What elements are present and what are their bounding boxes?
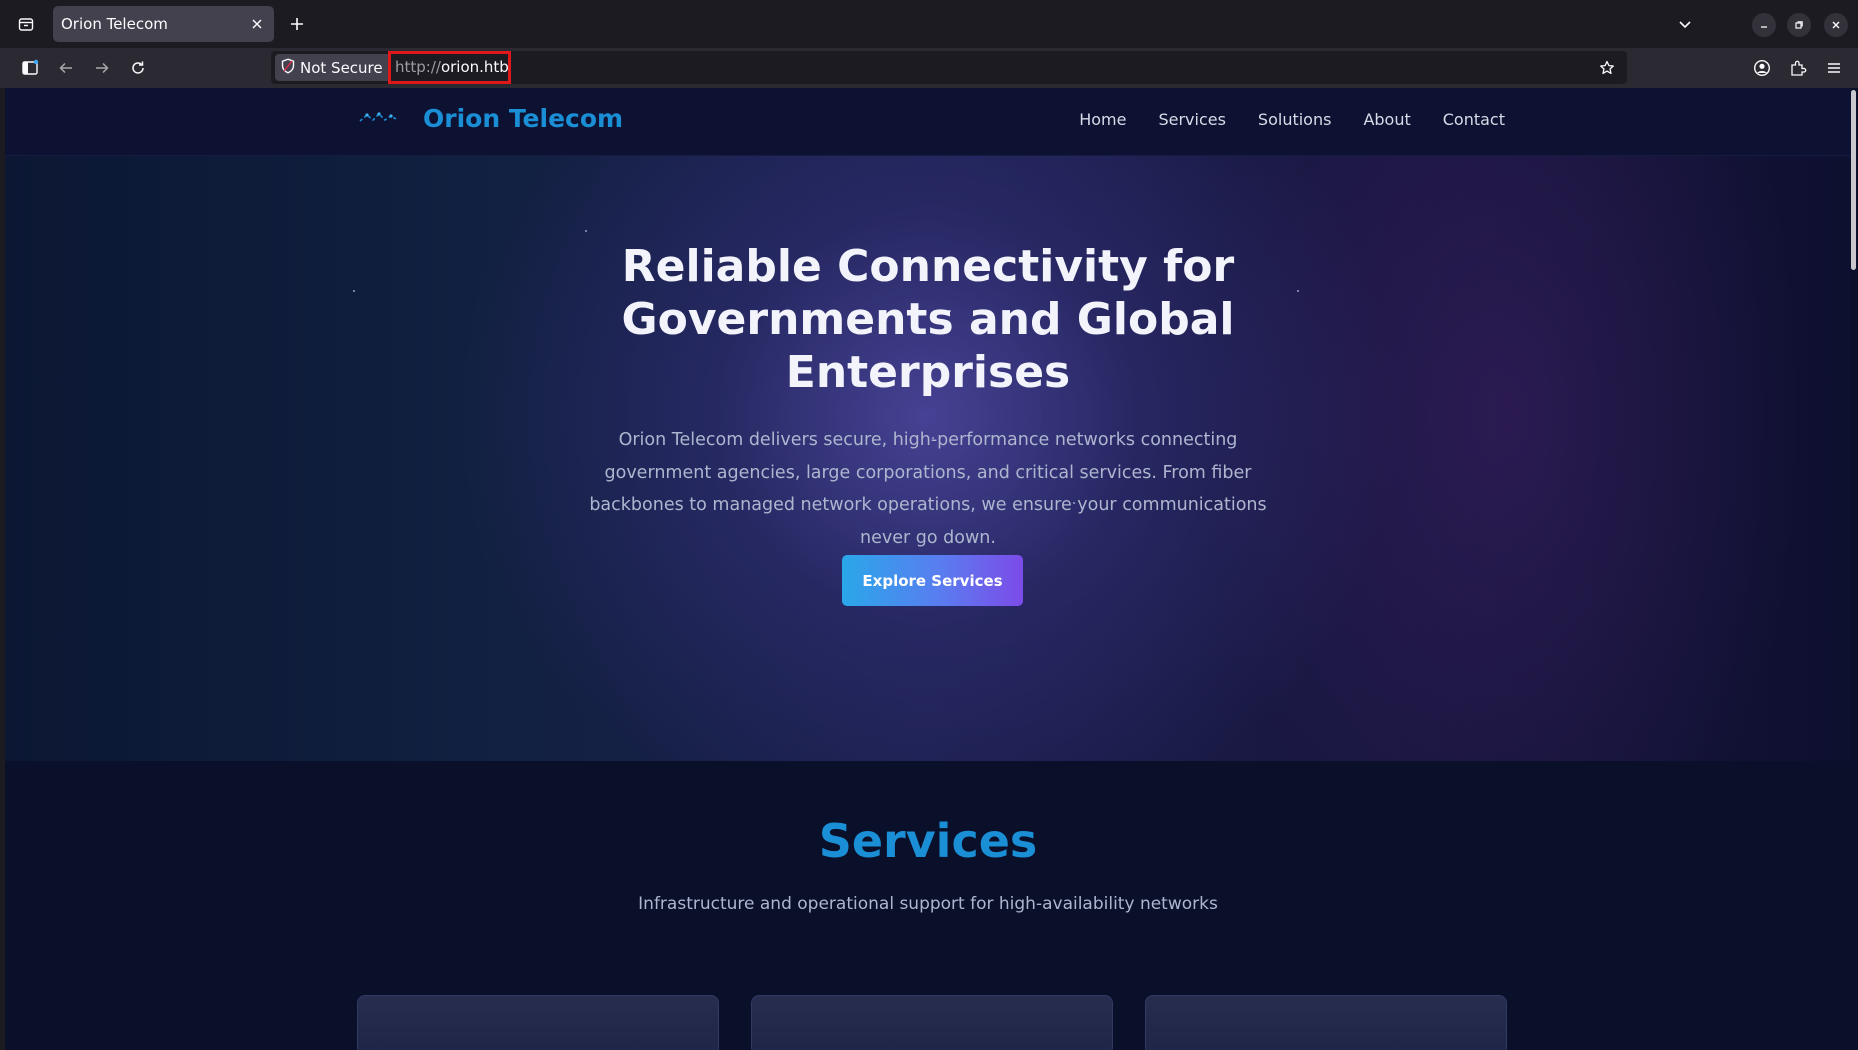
url-host: orion.htb bbox=[440, 58, 509, 76]
nav-link-home[interactable]: Home bbox=[1079, 110, 1126, 129]
page-scrollbar[interactable] bbox=[1851, 88, 1858, 1050]
site-nav: Home Services Solutions About Contact bbox=[1079, 110, 1505, 129]
web-page: Orion Telecom Home Services Solutions Ab… bbox=[5, 88, 1851, 1050]
service-card[interactable] bbox=[751, 995, 1113, 1050]
reload-icon[interactable] bbox=[126, 56, 150, 80]
url-bar[interactable]: Not Secure http://orion.htb bbox=[271, 51, 1627, 84]
back-arrow-icon[interactable] bbox=[54, 56, 78, 80]
scrollbar-thumb[interactable] bbox=[1851, 90, 1856, 270]
tab-list-icon[interactable] bbox=[14, 12, 38, 36]
site-identity-button[interactable]: Not Secure bbox=[275, 54, 391, 81]
services-subtitle: Infrastructure and operational support f… bbox=[638, 894, 1218, 914]
star-decoration bbox=[353, 290, 355, 292]
browser-nav-bar: Not Secure http://orion.htb bbox=[0, 48, 1858, 88]
url-text[interactable]: http://orion.htb bbox=[395, 58, 509, 76]
forward-arrow-icon[interactable] bbox=[90, 56, 114, 80]
nav-link-services[interactable]: Services bbox=[1158, 110, 1225, 129]
browser-tab-bar: Orion Telecom bbox=[0, 0, 1858, 48]
nav-link-solutions[interactable]: Solutions bbox=[1258, 110, 1332, 129]
hero-section: Reliable Connectivity for Governments an… bbox=[5, 156, 1851, 761]
hero-title: Reliable Connectivity for Governments an… bbox=[621, 241, 1235, 398]
star-icon[interactable] bbox=[1597, 58, 1617, 78]
account-icon[interactable] bbox=[1750, 56, 1774, 80]
brand-name[interactable]: Orion Telecom bbox=[423, 104, 623, 133]
not-secure-label: Not Secure bbox=[300, 58, 383, 77]
plus-icon[interactable] bbox=[286, 13, 308, 35]
chevron-down-icon[interactable] bbox=[1674, 13, 1696, 35]
puzzle-icon[interactable] bbox=[1786, 56, 1810, 80]
minimize-icon[interactable] bbox=[1752, 13, 1776, 37]
restore-icon[interactable] bbox=[1787, 13, 1811, 37]
wave-logo-icon bbox=[359, 112, 397, 122]
site-header: Orion Telecom Home Services Solutions Ab… bbox=[5, 88, 1851, 156]
sidebar-icon[interactable] bbox=[18, 56, 42, 80]
shield-icon bbox=[281, 57, 295, 78]
close-icon[interactable] bbox=[248, 15, 266, 33]
nav-link-about[interactable]: About bbox=[1363, 110, 1410, 129]
service-card[interactable] bbox=[357, 995, 719, 1050]
url-scheme: http:// bbox=[395, 58, 441, 76]
browser-tab[interactable]: Orion Telecom bbox=[53, 6, 274, 42]
explore-services-button[interactable]: Explore Services bbox=[842, 555, 1023, 606]
hamburger-menu-icon[interactable] bbox=[1822, 56, 1846, 80]
hero-subtitle: Orion Telecom delivers secure, high-perf… bbox=[589, 430, 1267, 548]
services-title: Services bbox=[818, 814, 1038, 868]
tab-title: Orion Telecom bbox=[61, 15, 168, 33]
star-decoration bbox=[585, 230, 587, 232]
nav-link-contact[interactable]: Contact bbox=[1443, 110, 1505, 129]
window-close-icon[interactable] bbox=[1824, 13, 1848, 37]
service-card[interactable] bbox=[1145, 995, 1507, 1050]
